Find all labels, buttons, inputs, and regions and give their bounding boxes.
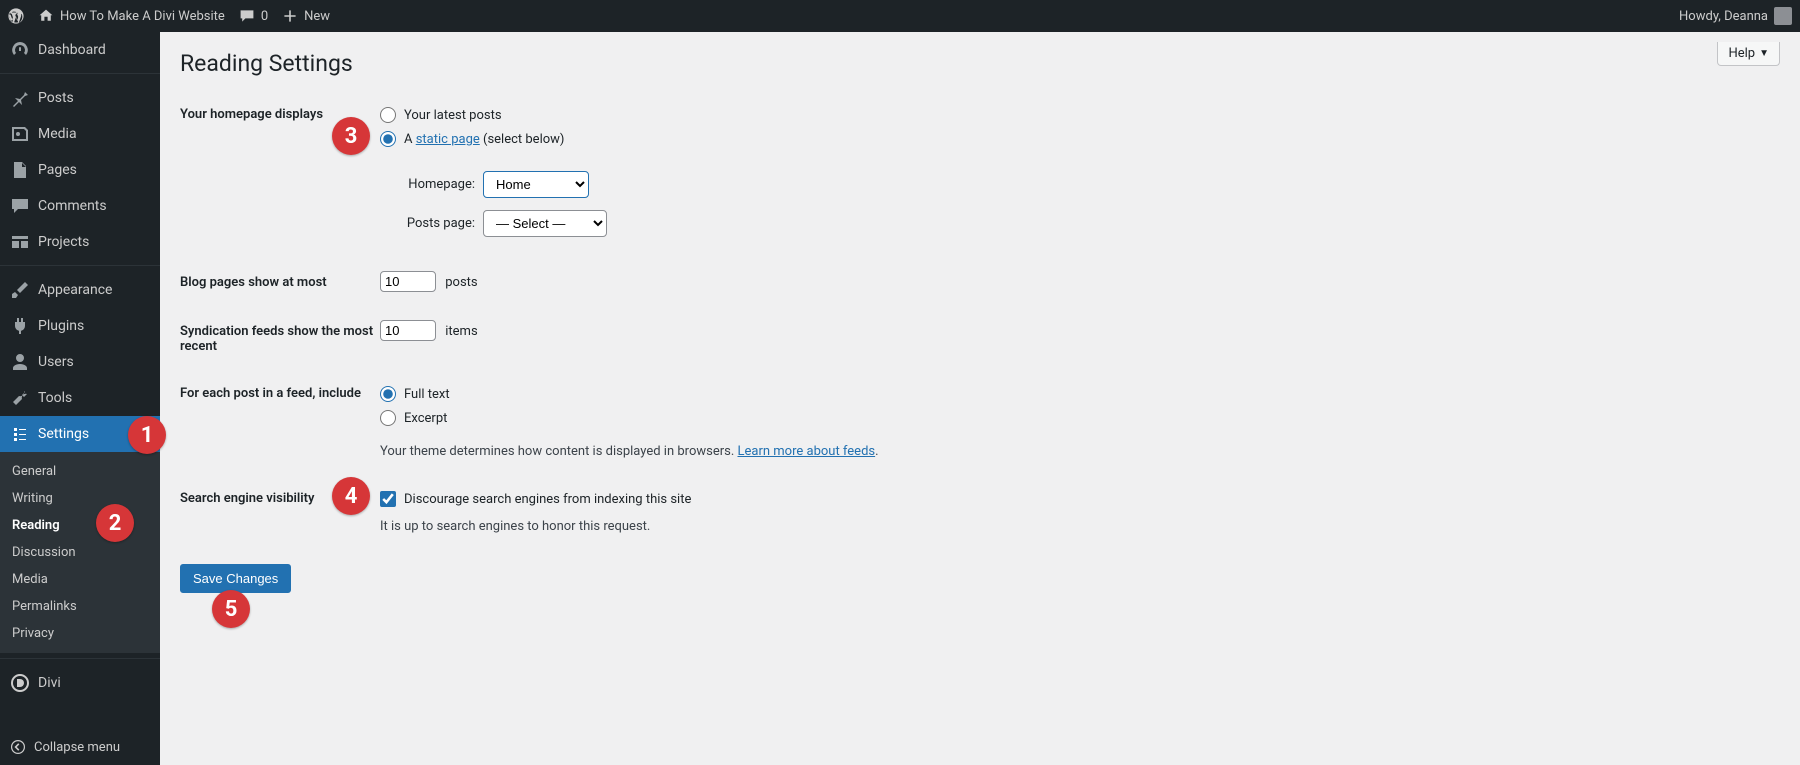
page-title: Reading Settings	[180, 32, 1780, 89]
sidebar-item-divi[interactable]: Divi	[0, 665, 160, 701]
settings-icon	[10, 424, 30, 444]
annotation-badge-4: 4	[332, 477, 370, 515]
pin-icon	[10, 88, 30, 108]
comments-link[interactable]: 0	[239, 8, 268, 24]
feeds-learn-more-link[interactable]: Learn more about feeds	[738, 444, 876, 459]
submenu-permalinks[interactable]: Permalinks	[0, 593, 160, 620]
content-area: Help ▼ Reading Settings Your homepage di…	[160, 32, 1800, 765]
submenu-media[interactable]: Media	[0, 566, 160, 593]
feed-hint: Your theme determines how content is dis…	[380, 430, 1180, 459]
sidebar-item-projects[interactable]: Projects	[0, 224, 160, 260]
save-button[interactable]: Save Changes	[180, 564, 291, 593]
sidebar-item-plugins[interactable]: Plugins	[0, 308, 160, 344]
annotation-badge-2: 2	[96, 504, 134, 542]
select-homepage[interactable]: Home	[483, 171, 589, 198]
annotation-badge-1: 1	[128, 416, 166, 454]
site-title: How To Make A Divi Website	[60, 9, 225, 24]
radio-fulltext[interactable]	[380, 386, 396, 402]
radio-excerpt[interactable]	[380, 410, 396, 426]
wrench-icon	[10, 388, 30, 408]
label-blog-pages: Blog pages show at most	[180, 271, 380, 290]
label-syndication: Syndication feeds show the most recent	[180, 320, 380, 354]
annotation-badge-3: 3	[332, 117, 370, 155]
submenu-general[interactable]: General	[0, 458, 160, 485]
plus-icon	[282, 8, 298, 24]
suffix-items: items	[445, 324, 477, 339]
new-label: New	[304, 9, 330, 24]
input-blog-pages[interactable]	[380, 271, 436, 292]
discourage-note: It is up to search engines to honor this…	[380, 511, 1180, 534]
admin-sidebar: Dashboard Posts Media Pages Comments Pro…	[0, 32, 160, 765]
input-syndication[interactable]	[380, 320, 436, 341]
projects-icon	[10, 232, 30, 252]
radio-fulltext-row[interactable]: Full text	[380, 382, 1180, 406]
sidebar-item-tools[interactable]: Tools	[0, 380, 160, 416]
admin-bar: How To Make A Divi Website 0 New Howdy, …	[0, 0, 1800, 32]
wordpress-icon	[8, 8, 24, 24]
comment-icon	[239, 8, 255, 24]
comment-icon	[10, 196, 30, 216]
radio-static-page-row[interactable]: A static page (select below)	[380, 127, 1180, 151]
sidebar-item-dashboard[interactable]: Dashboard	[0, 32, 160, 68]
site-link[interactable]: How To Make A Divi Website	[38, 8, 225, 24]
user-icon	[10, 352, 30, 372]
select-posts-page[interactable]: — Select —	[483, 210, 607, 237]
help-button[interactable]: Help ▼	[1717, 42, 1780, 66]
settings-submenu: General Writing Reading 2 Discussion Med…	[0, 452, 160, 653]
media-icon	[10, 124, 30, 144]
sidebar-item-appearance[interactable]: Appearance	[0, 272, 160, 308]
annotation-badge-5: 5	[212, 590, 250, 628]
sidebar-item-media[interactable]: Media	[0, 116, 160, 152]
label-posts-page: Posts page:	[400, 216, 475, 231]
howdy-text: Howdy, Deanna	[1679, 9, 1768, 24]
sidebar-item-users[interactable]: Users	[0, 344, 160, 380]
sidebar-item-pages[interactable]: Pages	[0, 152, 160, 188]
howdy-link[interactable]: Howdy, Deanna	[1679, 7, 1792, 25]
collapse-menu[interactable]: Collapse menu	[0, 729, 160, 765]
chevron-down-icon: ▼	[1759, 48, 1769, 59]
comments-count: 0	[261, 9, 268, 24]
sidebar-item-posts[interactable]: Posts	[0, 80, 160, 116]
submenu-privacy[interactable]: Privacy	[0, 620, 160, 647]
divi-icon	[10, 673, 30, 693]
radio-static-page[interactable]	[380, 131, 396, 147]
wp-logo[interactable]	[8, 8, 24, 24]
checkbox-discourage[interactable]	[380, 491, 396, 507]
home-icon	[38, 8, 54, 24]
new-link[interactable]: New	[282, 8, 330, 24]
label-homepage: Homepage:	[400, 177, 475, 192]
checkbox-discourage-row[interactable]: Discourage search engines from indexing …	[380, 487, 1180, 511]
page-icon	[10, 160, 30, 180]
sidebar-item-comments[interactable]: Comments	[0, 188, 160, 224]
brush-icon	[10, 280, 30, 300]
collapse-icon	[10, 739, 26, 755]
label-feed-include: For each post in a feed, include	[180, 382, 380, 401]
avatar	[1774, 7, 1792, 25]
submenu-reading[interactable]: Reading	[0, 512, 160, 539]
radio-latest-posts-row[interactable]: Your latest posts	[380, 103, 1180, 127]
plug-icon	[10, 316, 30, 336]
suffix-posts: posts	[445, 275, 477, 290]
radio-excerpt-row[interactable]: Excerpt	[380, 406, 1180, 430]
submenu-discussion[interactable]: Discussion	[0, 539, 160, 566]
submenu-writing[interactable]: Writing	[0, 485, 160, 512]
dashboard-icon	[10, 40, 30, 60]
static-page-link[interactable]: static page	[416, 132, 480, 147]
radio-latest-posts[interactable]	[380, 107, 396, 123]
